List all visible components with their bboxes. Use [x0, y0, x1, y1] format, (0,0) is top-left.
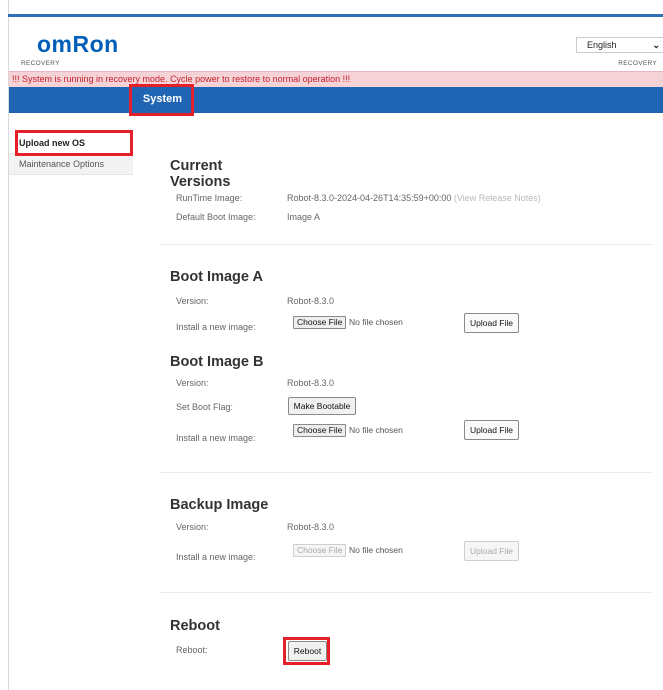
sidebar-item-maintenance-options[interactable]: Maintenance Options — [9, 154, 133, 175]
divider — [160, 244, 652, 245]
boot-b-version-value: Robot-8.3.0 — [287, 378, 335, 388]
highlight-upload-new-os — [15, 130, 133, 156]
boot-b-version-label: Version: — [176, 378, 209, 388]
main-nav-bar: System — [9, 87, 663, 113]
recovery-label-right: RECOVERY — [618, 60, 657, 67]
backup-no-file-text: No file chosen — [349, 545, 403, 555]
chevron-down-icon: ⌄ — [652, 40, 660, 50]
current-versions-title-line1: Current — [170, 158, 223, 174]
backup-version-label: Version: — [176, 522, 209, 532]
divider — [160, 592, 652, 593]
reboot-label: Reboot: — [176, 645, 208, 655]
make-bootable-button[interactable]: Make Bootable — [288, 397, 356, 415]
backup-upload-file-button[interactable]: Upload File — [464, 541, 519, 561]
boot-b-flag-label: Set Boot Flag: — [176, 402, 234, 412]
current-versions-title: Current Versions — [170, 158, 230, 190]
backup-image-title: Backup Image — [170, 497, 269, 513]
boot-a-upload-file-button[interactable]: Upload File — [464, 313, 519, 333]
highlight-system-tab — [129, 84, 194, 116]
boot-a-version-label: Version: — [176, 296, 209, 306]
default-boot-value: Image A — [287, 212, 321, 222]
current-versions-title-line2: Versions — [170, 174, 231, 190]
boot-b-upload-file-button[interactable]: Upload File — [464, 420, 519, 440]
boot-a-install-label: Install a new image: — [176, 322, 256, 332]
boot-image-a-title: Boot Image A — [170, 269, 263, 285]
backup-version-value: Robot-8.3.0 — [287, 522, 335, 532]
boot-b-no-file-text: No file chosen — [349, 425, 403, 435]
recovery-label-left: RECOVERY — [21, 60, 60, 67]
language-select-value: English — [587, 40, 617, 50]
boot-b-choose-file-button[interactable]: Choose File — [293, 424, 347, 437]
default-boot-label: Default Boot Image: — [176, 212, 256, 222]
backup-choose-file-button[interactable]: Choose File — [293, 544, 347, 557]
omron-logo: omRon — [37, 31, 119, 57]
boot-a-choose-file-button[interactable]: Choose File — [293, 316, 347, 329]
language-select[interactable]: English ⌄ — [576, 37, 663, 53]
runtime-image-label: RunTime Image: — [176, 193, 243, 203]
runtime-image-version: Robot-8.3.0-2024-04-26T14:35:59+00:00 — [287, 193, 452, 203]
backup-install-label: Install a new image: — [176, 552, 256, 562]
recovery-warning-banner: !!! System is running in recovery mode. … — [9, 71, 663, 87]
header: omRon RECOVERY English ⌄ RECOVERY — [9, 17, 663, 71]
reboot-title: Reboot — [170, 618, 220, 634]
boot-a-no-file-text: No file chosen — [349, 317, 403, 327]
divider — [160, 472, 652, 473]
boot-b-install-label: Install a new image: — [176, 433, 256, 443]
view-release-notes-link[interactable]: (View Release Notes) — [454, 193, 541, 203]
recovery-warning-text: !!! System is running in recovery mode. … — [12, 74, 351, 84]
boot-image-b-title: Boot Image B — [170, 354, 264, 370]
highlight-reboot-button — [283, 637, 330, 665]
boot-a-version-value: Robot-8.3.0 — [287, 296, 335, 306]
runtime-image-value: Robot-8.3.0-2024-04-26T14:35:59+00:00 (V… — [287, 193, 541, 203]
